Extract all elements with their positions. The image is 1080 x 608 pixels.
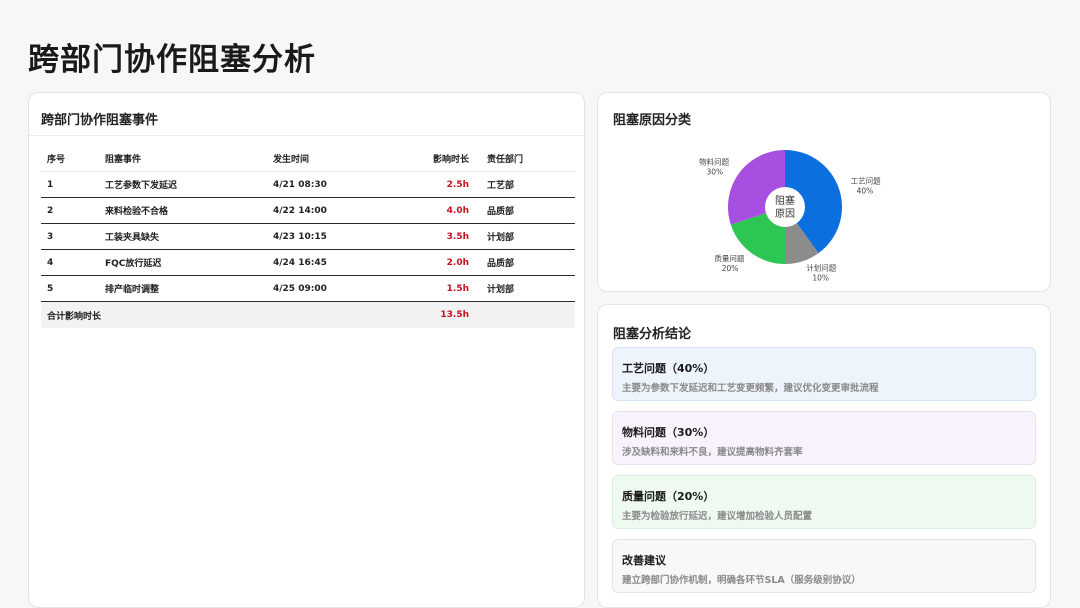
events-card-title: 跨部门协作阻塞事件	[41, 113, 159, 128]
conclusion-item-desc: 主要为检验放行延迟，建议增加检验人员配置	[622, 511, 813, 522]
events-table-wrap: 序号 阻塞事件 发生时间 影响时长 责任部门 1 工艺参数下发延迟 4/21 0…	[41, 145, 575, 328]
pie-card: 阻塞原因分类 阻塞 原因 工艺问题 40% 计划问题 10% 质量问题 20% 物料问题 30…	[597, 92, 1051, 292]
col-header-index: 序号	[41, 145, 99, 172]
cell-index: 4	[41, 249, 99, 276]
pie-center-label-line1: 阻塞	[775, 194, 795, 207]
col-header-dept: 责任部门	[481, 145, 575, 172]
conclusion-item-desc: 主要为参数下发延迟和工艺变更频繁，建议优化变更审批流程	[622, 383, 879, 394]
conclusion-item-desc: 涉及缺料和来料不良，建议提高物料齐套率	[622, 447, 803, 458]
cell-event: FQC放行延迟	[99, 249, 267, 276]
cell-event: 来料检验不合格	[99, 197, 267, 224]
divider	[29, 135, 584, 136]
col-header-duration: 影响时长	[389, 145, 481, 172]
conclusion-card: 阻塞分析结论 工艺问题（40%） 主要为参数下发延迟和工艺变更频繁，建议优化变更…	[597, 304, 1051, 608]
cell-duration: 2.5h	[389, 171, 481, 198]
table-row[interactable]: 3 工装夹具缺失 4/23 10:15 3.5h 计划部	[41, 223, 575, 250]
pie-chart: 阻塞 原因 工艺问题40% 计划问题10% 质量问题20% 物料问题30%	[699, 150, 881, 283]
events-card: 跨部门协作阻塞事件 序号 阻塞事件 发生时间 影响时长 责任部门 1 工艺参数下…	[28, 92, 585, 608]
cell-dept: 工艺部	[481, 171, 575, 198]
table-total-row: 合计影响时长 13.5h	[41, 301, 575, 328]
cell-time: 4/23 10:15	[267, 223, 389, 250]
page-title: 跨部门协作阻塞分析	[28, 42, 316, 78]
cell-duration: 1.5h	[389, 275, 481, 302]
pie-center-label-line2: 原因	[775, 208, 795, 220]
cell-index: 2	[41, 197, 99, 224]
cell-event: 工装夹具缺失	[99, 223, 267, 250]
table-row[interactable]: 1 工艺参数下发延迟 4/21 08:30 2.5h 工艺部	[41, 171, 575, 198]
cell-dept: 品质部	[481, 249, 575, 276]
pie-slice-label: 计划问题	[806, 263, 836, 273]
conclusion-card-title: 阻塞分析结论	[613, 327, 692, 342]
pie-slice-label: 物料问题	[699, 156, 729, 166]
cell-index: 1	[41, 171, 99, 198]
cell-index: 5	[41, 275, 99, 302]
pie-slice-label: 质量问题	[714, 253, 744, 263]
table-row[interactable]: 2 来料检验不合格 4/22 14:00 4.0h 品质部	[41, 197, 575, 224]
conclusion-item-material: 物料问题（30%） 涉及缺料和来料不良，建议提高物料齐套率	[612, 411, 1036, 465]
table-row[interactable]: 5 排产临时调整 4/25 09:00 1.5h 计划部	[41, 275, 575, 302]
cell-event: 工艺参数下发延迟	[99, 171, 267, 198]
conclusion-item-desc: 建立跨部门协作机制，明确各环节SLA（服务级别协议）	[622, 575, 861, 586]
cell-time: 4/22 14:00	[267, 197, 389, 224]
cell-dept: 品质部	[481, 197, 575, 224]
cell-time: 4/21 08:30	[267, 171, 389, 198]
cell-dept: 计划部	[481, 223, 575, 250]
table-row[interactable]: 4 FQC放行延迟 4/24 16:45 2.0h 品质部	[41, 249, 575, 276]
conclusion-item-title: 质量问题（20%）	[622, 490, 715, 503]
cell-duration: 4.0h	[389, 197, 481, 224]
cell-duration: 2.0h	[389, 249, 481, 276]
pie-slice-value: 20%	[722, 264, 739, 273]
pie-slice-label: 工艺问题	[851, 177, 881, 186]
total-value: 13.5h	[389, 301, 481, 328]
conclusion-item-title: 物料问题（30%）	[622, 426, 715, 439]
conclusion-item-title: 改善建议	[622, 554, 666, 567]
events-table: 序号 阻塞事件 发生时间 影响时长 责任部门 1 工艺参数下发延迟 4/21 0…	[41, 145, 575, 328]
conclusion-item-suggestion: 改善建议 建立跨部门协作机制，明确各环节SLA（服务级别协议）	[612, 539, 1036, 593]
cell-index: 3	[41, 223, 99, 250]
col-header-event: 阻塞事件	[99, 145, 267, 172]
cell-dept: 计划部	[481, 275, 575, 302]
total-label: 合计影响时长	[41, 301, 389, 328]
cell-duration: 3.5h	[389, 223, 481, 250]
pie-slice-value: 40%	[857, 187, 874, 196]
conclusion-item-quality: 质量问题（20%） 主要为检验放行延迟，建议增加检验人员配置	[612, 475, 1036, 529]
cell-event: 排产临时调整	[99, 275, 267, 302]
pie-slice-value: 30%	[707, 167, 724, 176]
pie-center-hole	[765, 187, 805, 227]
col-header-time: 发生时间	[267, 145, 389, 172]
cell-time: 4/25 09:00	[267, 275, 389, 302]
table-header-row: 序号 阻塞事件 发生时间 影响时长 责任部门	[41, 145, 575, 172]
total-empty-cell	[481, 301, 575, 328]
pie-slice-value: 10%	[812, 274, 829, 283]
cell-time: 4/24 16:45	[267, 249, 389, 276]
conclusion-item-process: 工艺问题（40%） 主要为参数下发延迟和工艺变更频繁，建议优化变更审批流程	[612, 347, 1036, 401]
conclusion-item-title: 工艺问题（40%）	[622, 362, 715, 375]
